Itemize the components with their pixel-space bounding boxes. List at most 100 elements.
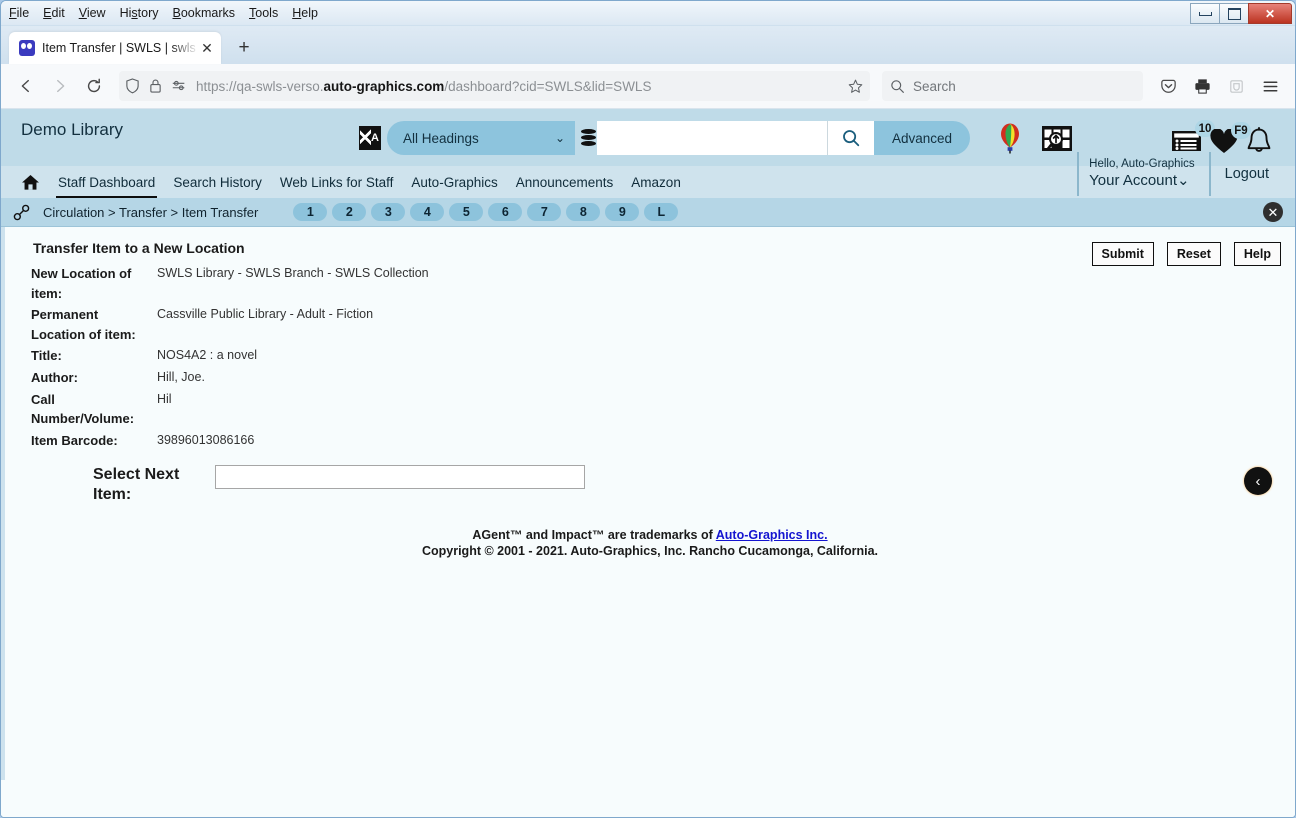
auto-graphics-link[interactable]: Auto-Graphics Inc. bbox=[716, 528, 828, 542]
maximize-button[interactable] bbox=[1219, 3, 1249, 24]
shield-icon bbox=[126, 78, 139, 94]
new-tab-button[interactable]: + bbox=[229, 32, 259, 64]
home-icon[interactable] bbox=[21, 174, 40, 191]
close-breadcrumb-button[interactable]: ✕ bbox=[1263, 202, 1283, 222]
minimize-button[interactable] bbox=[1190, 3, 1220, 24]
nav-item-search-history[interactable]: Search History bbox=[173, 175, 262, 190]
nav-item-amazon[interactable]: Amazon bbox=[631, 175, 681, 190]
field-value-title: NOS4A2 : a novel bbox=[157, 348, 258, 363]
page-footer: AGent™ and Impact™ are trademarks of Aut… bbox=[5, 527, 1295, 559]
notifications-button[interactable] bbox=[1245, 127, 1273, 155]
step-last[interactable]: L bbox=[644, 203, 679, 221]
balloon-button[interactable] bbox=[996, 123, 1024, 155]
database-icon[interactable] bbox=[581, 129, 597, 147]
url-bar[interactable]: https://qa-swls-verso.auto-graphics.com/… bbox=[119, 71, 870, 101]
field-label-title: Title: bbox=[31, 348, 62, 364]
reset-button[interactable]: Reset bbox=[1166, 242, 1221, 266]
select-next-item-label: Select Next Item: bbox=[93, 466, 180, 503]
step-2[interactable]: 2 bbox=[332, 203, 367, 221]
action-buttons: Submit Reset Help bbox=[1091, 242, 1281, 266]
primary-nav: Staff Dashboard Search History Web Links… bbox=[1, 152, 1295, 199]
nav-item-announcements[interactable]: Announcements bbox=[516, 175, 614, 190]
balloon-icon bbox=[1001, 123, 1019, 154]
translate-icon[interactable]: A bbox=[359, 126, 381, 150]
field-label-permanent-location: Permanent Location of item: bbox=[31, 307, 136, 342]
image-search-icon bbox=[1042, 126, 1072, 151]
field-value-item-barcode: 39896013086166 bbox=[157, 432, 255, 447]
step-8[interactable]: 8 bbox=[566, 203, 601, 221]
field-value-call-number: Hil bbox=[157, 391, 172, 406]
url-text: https://qa-swls-verso.auto-graphics.com/… bbox=[196, 79, 838, 94]
logout-link[interactable]: Logout bbox=[1208, 152, 1273, 196]
search-submit-button[interactable] bbox=[827, 121, 874, 155]
field-label-call-number: Call Number/Volume: bbox=[31, 391, 135, 427]
close-tab-icon[interactable]: ✕ bbox=[199, 41, 215, 55]
container-icon bbox=[1229, 79, 1243, 93]
menu-file[interactable]: FFileile bbox=[9, 6, 29, 20]
nav-item-web-links-for-staff[interactable]: Web Links for Staff bbox=[280, 175, 394, 190]
footer-copyright-line: Copyright © 2001 - 2021. Auto-Graphics, … bbox=[421, 544, 879, 558]
nav-item-staff-dashboard[interactable]: Staff Dashboard bbox=[55, 175, 158, 199]
previous-page-button[interactable]: ‹ bbox=[1244, 467, 1272, 495]
your-account-menu[interactable]: Hello, Auto-Graphics Your Account⌄ bbox=[1077, 152, 1208, 196]
submit-button[interactable]: Submit bbox=[1091, 242, 1154, 266]
chevron-down-icon: ⌄ bbox=[1177, 171, 1190, 189]
url-prefix: https://qa-swls-verso. bbox=[196, 78, 324, 94]
title-bar: FFileile Edit View History Bookmarks Too… bbox=[1, 1, 1295, 26]
advanced-search-button[interactable]: Advanced bbox=[874, 121, 971, 155]
step-3[interactable]: 3 bbox=[371, 203, 406, 221]
app-menu-button[interactable] bbox=[1255, 71, 1285, 101]
search-input[interactable] bbox=[597, 121, 827, 155]
help-button[interactable]: Help bbox=[1233, 242, 1281, 266]
header-status-icons: 10 F9 bbox=[1171, 120, 1273, 155]
permissions-icon bbox=[172, 80, 185, 91]
step-6[interactable]: 6 bbox=[488, 203, 523, 221]
hamburger-menu-icon bbox=[1263, 80, 1277, 92]
forward-arrow-icon bbox=[57, 79, 65, 93]
back-button[interactable] bbox=[11, 71, 41, 101]
pocket-button[interactable] bbox=[1153, 71, 1183, 101]
star-icon[interactable] bbox=[847, 78, 864, 95]
menu-bar: FFileile Edit View History Bookmarks Too… bbox=[9, 1, 318, 25]
account-greeting: Hello, Auto-Graphics bbox=[1089, 158, 1195, 171]
print-button[interactable] bbox=[1187, 71, 1217, 101]
home-icon-glyph bbox=[22, 174, 39, 190]
menu-view[interactable]: View bbox=[79, 6, 106, 20]
field-label-new-location: New Location of item: bbox=[31, 266, 132, 301]
container-button[interactable] bbox=[1221, 71, 1251, 101]
library-name: Demo Library bbox=[21, 120, 124, 139]
step-9[interactable]: 9 bbox=[605, 203, 640, 221]
item-detail-grid: New Location of item: SWLS Library - SWL… bbox=[5, 264, 851, 452]
select-next-item-row: Select Next Item: bbox=[93, 465, 585, 505]
search-scope-dropdown[interactable]: All Headings ⌄ bbox=[387, 121, 575, 155]
list-button[interactable]: 10 bbox=[1171, 120, 1215, 153]
maximize-icon bbox=[1227, 7, 1241, 20]
close-window-button[interactable]: ✕ bbox=[1248, 3, 1292, 24]
tab-strip: Item Transfer | SWLS | swls | Aut ✕ + bbox=[1, 26, 1295, 64]
select-next-item-input[interactable] bbox=[215, 465, 585, 489]
browser-tab[interactable]: Item Transfer | SWLS | swls | Aut ✕ bbox=[9, 32, 221, 64]
step-5[interactable]: 5 bbox=[449, 203, 484, 221]
field-label-author: Author: bbox=[31, 369, 78, 385]
step-1[interactable]: 1 bbox=[293, 203, 328, 221]
forward-button[interactable] bbox=[45, 71, 75, 101]
menu-bookmarks[interactable]: Bookmarks bbox=[173, 6, 236, 20]
tab-title: Item Transfer | SWLS | swls | Aut bbox=[42, 41, 199, 55]
image-search-button[interactable] bbox=[1041, 124, 1073, 154]
step-4[interactable]: 4 bbox=[410, 203, 445, 221]
chevron-down-icon: ⌄ bbox=[554, 131, 565, 145]
print-icon bbox=[1194, 78, 1210, 94]
menu-help[interactable]: Help bbox=[292, 6, 318, 20]
reload-button[interactable] bbox=[79, 71, 109, 101]
nav-item-auto-graphics[interactable]: Auto-Graphics bbox=[411, 175, 497, 190]
menu-tools[interactable]: Tools bbox=[249, 6, 278, 20]
browser-window: FFileile Edit View History Bookmarks Too… bbox=[0, 0, 1296, 818]
lock-icon bbox=[150, 79, 161, 93]
field-value-permanent-location: Cassville Public Library - Adult - Ficti… bbox=[157, 307, 374, 322]
browser-search-box[interactable]: Search bbox=[882, 71, 1143, 101]
bell-icon bbox=[1247, 127, 1271, 152]
menu-edit[interactable]: Edit bbox=[43, 6, 65, 20]
step-7[interactable]: 7 bbox=[527, 203, 562, 221]
navigation-toolbar: https://qa-swls-verso.auto-graphics.com/… bbox=[1, 64, 1295, 109]
menu-history[interactable]: History bbox=[120, 6, 159, 20]
